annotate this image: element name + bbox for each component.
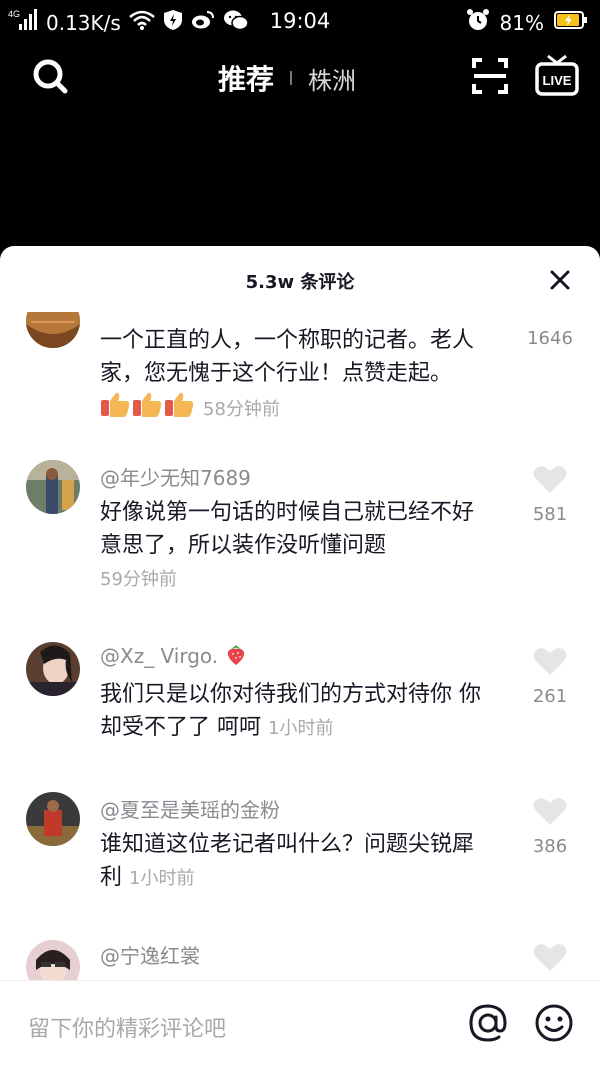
comment-text: 谁知道这位老记者叫什么？问题尖锐犀利 1小时前 [100,832,475,890]
tab-divider [290,71,293,85]
comments-sheet: 5.3w 条评论 一个正直的人，一个称职的记者。老人家，您无愧于这个行业！点赞走… [0,246,600,1066]
thumbs-up-icon [100,390,196,428]
comment-time: 58分钟前 [203,399,280,420]
avatar[interactable] [26,642,80,696]
battery-percent: 81% [499,10,544,35]
like-count: 1646 [527,328,573,349]
comment-username[interactable]: @年少无知7689 [100,462,251,491]
comment-list[interactable]: 一个正直的人，一个称职的记者。老人家，您无愧于这个行业！点赞走起。 58分钟前 … [0,312,600,980]
like-count: 386 [532,836,568,857]
heart-icon [524,464,576,498]
comment-input-bar: 留下你的精彩评论吧 [0,980,600,1066]
like-button[interactable]: 261 [524,646,576,707]
avatar[interactable] [26,940,80,980]
comment-username[interactable]: @宁逸红裳 [100,940,200,969]
scan-icon[interactable] [470,56,510,96]
like-button[interactable] [524,942,576,976]
like-count: 261 [532,686,568,707]
like-button[interactable]: 581 [524,464,576,525]
comment-time: 1小时前 [268,718,334,739]
comment-item: @年少无知7689 好像说第一句话的时候自己就已经不好意思了，所以装作没听懂问题… [0,452,600,632]
alarm-icon [466,8,490,37]
comment-username[interactable]: @夏至是美瑶的金粉 [100,794,280,823]
comment-item: @宁逸红裳 [0,934,600,980]
comment-input[interactable]: 留下你的精彩评论吧 [28,1011,226,1043]
tab-recommend[interactable]: 推荐 [218,58,274,98]
avatar[interactable] [26,460,80,514]
heart-icon [524,942,576,976]
like-button[interactable]: 1646 [524,328,576,349]
battery-charging-icon [554,10,588,35]
avatar[interactable] [26,312,80,348]
at-icon[interactable] [468,1003,508,1043]
comments-header: 5.3w 条评论 [0,246,600,312]
comment-text: 我们只是以你对待我们的方式对待你 你却受不了了 呵呵 1小时前 [100,682,481,740]
live-icon[interactable]: LIVE [534,52,580,98]
comment-item: 一个正直的人，一个称职的记者。老人家，您无愧于这个行业！点赞走起。 58分钟前 … [0,312,600,426]
comment-time: 59分钟前 [100,569,177,590]
comments-count-title: 5.3w 条评论 [245,272,355,293]
avatar[interactable] [26,792,80,846]
smiley-icon[interactable] [534,1003,574,1043]
top-nav: 推荐 株洲 LIVE [0,50,600,102]
comment-item: @夏至是美瑶的金粉 谁知道这位老记者叫什么？问题尖锐犀利 1小时前 386 [0,784,600,934]
heart-icon [524,796,576,830]
search-icon[interactable] [30,56,70,96]
svg-text:LIVE: LIVE [543,73,572,88]
status-bar: 4G 0.13K/s 19:04 81% [0,0,600,44]
comment-text: 一个正直的人，一个称职的记者。老人家，您无愧于这个行业！点赞走起。 58分钟前 [100,324,490,428]
tab-city[interactable]: 株洲 [308,61,356,96]
comment-time: 1小时前 [129,868,195,889]
comment-item: @Xz_ Virgo. 我们只是以你对待我们的方式对待你 你却受不了了 呵呵 1… [0,634,600,784]
close-icon[interactable] [546,266,574,294]
heart-icon [524,646,576,680]
comment-username[interactable]: @Xz_ Virgo. [100,644,247,668]
status-right: 81% [466,8,588,37]
comment-text: 好像说第一句话的时候自己就已经不好意思了，所以装作没听懂问题 59分钟前 [100,500,475,590]
like-count: 581 [532,504,568,525]
strawberry-icon [225,644,247,668]
like-button[interactable]: 386 [524,796,576,857]
nav-tabs: 推荐 株洲 [218,58,356,98]
